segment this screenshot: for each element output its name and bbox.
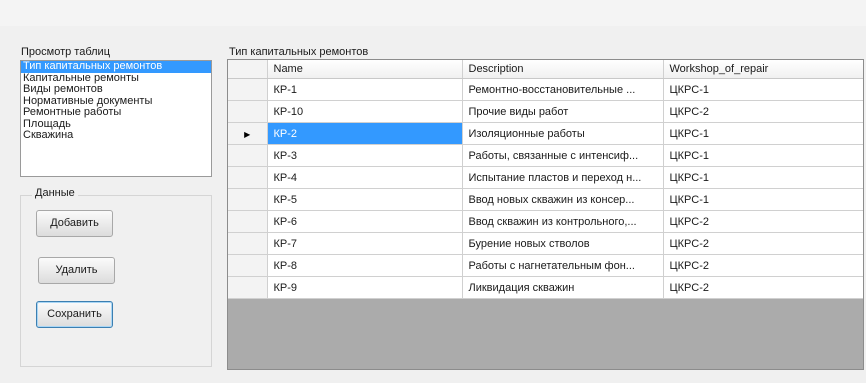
grid-corner-cell[interactable] [228, 60, 268, 79]
cell-workshop[interactable]: ЦКРС-2 [663, 100, 863, 123]
cell-workshop[interactable]: ЦКРС-2 [663, 210, 863, 233]
add-button[interactable]: Добавить [36, 210, 113, 237]
table-row[interactable]: КР-3 Работы, связанные с интенсиф... ЦКРС-… [228, 144, 863, 167]
row-header-cell[interactable] [228, 144, 268, 167]
table-row[interactable]: КР-10 Прочие виды работ ЦКРС-2 [228, 100, 863, 123]
cell-description[interactable]: Работы, связанные с интенсиф... [462, 144, 664, 167]
tables-listbox[interactable]: Тип капитальных ремонтов Капитальные ремо… [20, 60, 212, 177]
toolbar-strip [0, 0, 866, 26]
cell-description[interactable]: Испытание пластов и переход н... [462, 166, 664, 189]
row-header-cell[interactable] [228, 232, 268, 255]
table-row[interactable]: ▶ КР-2 Изоляционные работы ЦКРС-1 [228, 122, 863, 145]
table-row[interactable]: КР-5 Ввод новых скважин из консер... ЦКРС-… [228, 188, 863, 211]
cell-name[interactable]: КР-3 [267, 144, 463, 167]
grid-title: Тип капитальных ремонтов [229, 46, 369, 58]
cell-workshop[interactable]: ЦКРС-2 [663, 232, 863, 255]
row-header-cell[interactable] [228, 78, 268, 101]
data-group-title: Данные [32, 187, 78, 199]
cell-description[interactable]: Изоляционные работы [462, 122, 664, 145]
save-button[interactable]: Сохранить [36, 301, 113, 328]
column-header-workshop[interactable]: Workshop_of_repair [663, 60, 863, 79]
cell-name[interactable]: КР-7 [267, 232, 463, 255]
main-window: Просмотр таблиц Тип капитальных ремонтов… [0, 0, 866, 383]
table-list-item[interactable]: Ремонтные работы [21, 106, 211, 119]
cell-description[interactable]: Работы с нагнетательным фон... [462, 254, 664, 277]
tables-panel-title: Просмотр таблиц [21, 46, 110, 58]
table-row[interactable]: КР-4 Испытание пластов и переход н... ЦКРС… [228, 166, 863, 189]
cell-name[interactable]: КР-1 [267, 78, 463, 101]
data-grid[interactable]: Name Description Workshop_of_repair КР-1… [227, 59, 864, 370]
table-list-item[interactable]: Тип капитальных ремонтов [21, 61, 211, 73]
cell-workshop[interactable]: ЦКРС-1 [663, 188, 863, 211]
row-header-cell[interactable] [228, 188, 268, 211]
cell-name[interactable]: КР-6 [267, 210, 463, 233]
row-header-cell[interactable] [228, 166, 268, 189]
cell-workshop[interactable]: ЦКРС-1 [663, 78, 863, 101]
table-list-item[interactable]: Скважина [21, 129, 211, 142]
cell-description[interactable]: Ликвидация скважин [462, 276, 664, 299]
row-header-cell[interactable] [228, 210, 268, 233]
table-row[interactable]: КР-1 Ремонтно-восстановительные ... ЦКРС-1 [228, 78, 863, 101]
table-row[interactable]: КР-6 Ввод скважин из контрольного,... ЦКРС… [228, 210, 863, 233]
cell-description[interactable]: Прочие виды работ [462, 100, 664, 123]
row-header-cell[interactable] [228, 100, 268, 123]
row-header-cell[interactable]: ▶ [228, 122, 268, 145]
row-header-cell[interactable] [228, 254, 268, 277]
cell-description[interactable]: Ввод скважин из контрольного,... [462, 210, 664, 233]
cell-name[interactable]: КР-10 [267, 100, 463, 123]
table-list-item[interactable]: Виды ремонтов [21, 83, 211, 96]
column-header-description[interactable]: Description [462, 60, 664, 79]
delete-button[interactable]: Удалить [38, 257, 115, 284]
cell-description[interactable]: Бурение новых стволов [462, 232, 664, 255]
cell-workshop[interactable]: ЦКРС-2 [663, 254, 863, 277]
current-row-arrow-icon: ▶ [244, 129, 251, 139]
table-row[interactable]: КР-8 Работы с нагнетательным фон... ЦКРС-2 [228, 254, 863, 277]
column-header-name[interactable]: Name [267, 60, 463, 79]
row-header-cell[interactable] [228, 276, 268, 299]
cell-description[interactable]: Ввод новых скважин из консер... [462, 188, 664, 211]
cell-name[interactable]: КР-5 [267, 188, 463, 211]
cell-description[interactable]: Ремонтно-восстановительные ... [462, 78, 664, 101]
cell-name[interactable]: КР-9 [267, 276, 463, 299]
cell-name[interactable]: КР-8 [267, 254, 463, 277]
cell-name[interactable]: КР-2 [267, 122, 463, 145]
grid-header-row: Name Description Workshop_of_repair [228, 60, 863, 79]
table-row[interactable]: КР-9 Ликвидация скважин ЦКРС-2 [228, 276, 863, 299]
cell-name[interactable]: КР-4 [267, 166, 463, 189]
cell-workshop[interactable]: ЦКРС-1 [663, 122, 863, 145]
cell-workshop[interactable]: ЦКРС-1 [663, 166, 863, 189]
cell-workshop[interactable]: ЦКРС-1 [663, 144, 863, 167]
cell-workshop[interactable]: ЦКРС-2 [663, 276, 863, 299]
table-row[interactable]: КР-7 Бурение новых стволов ЦКРС-2 [228, 232, 863, 255]
